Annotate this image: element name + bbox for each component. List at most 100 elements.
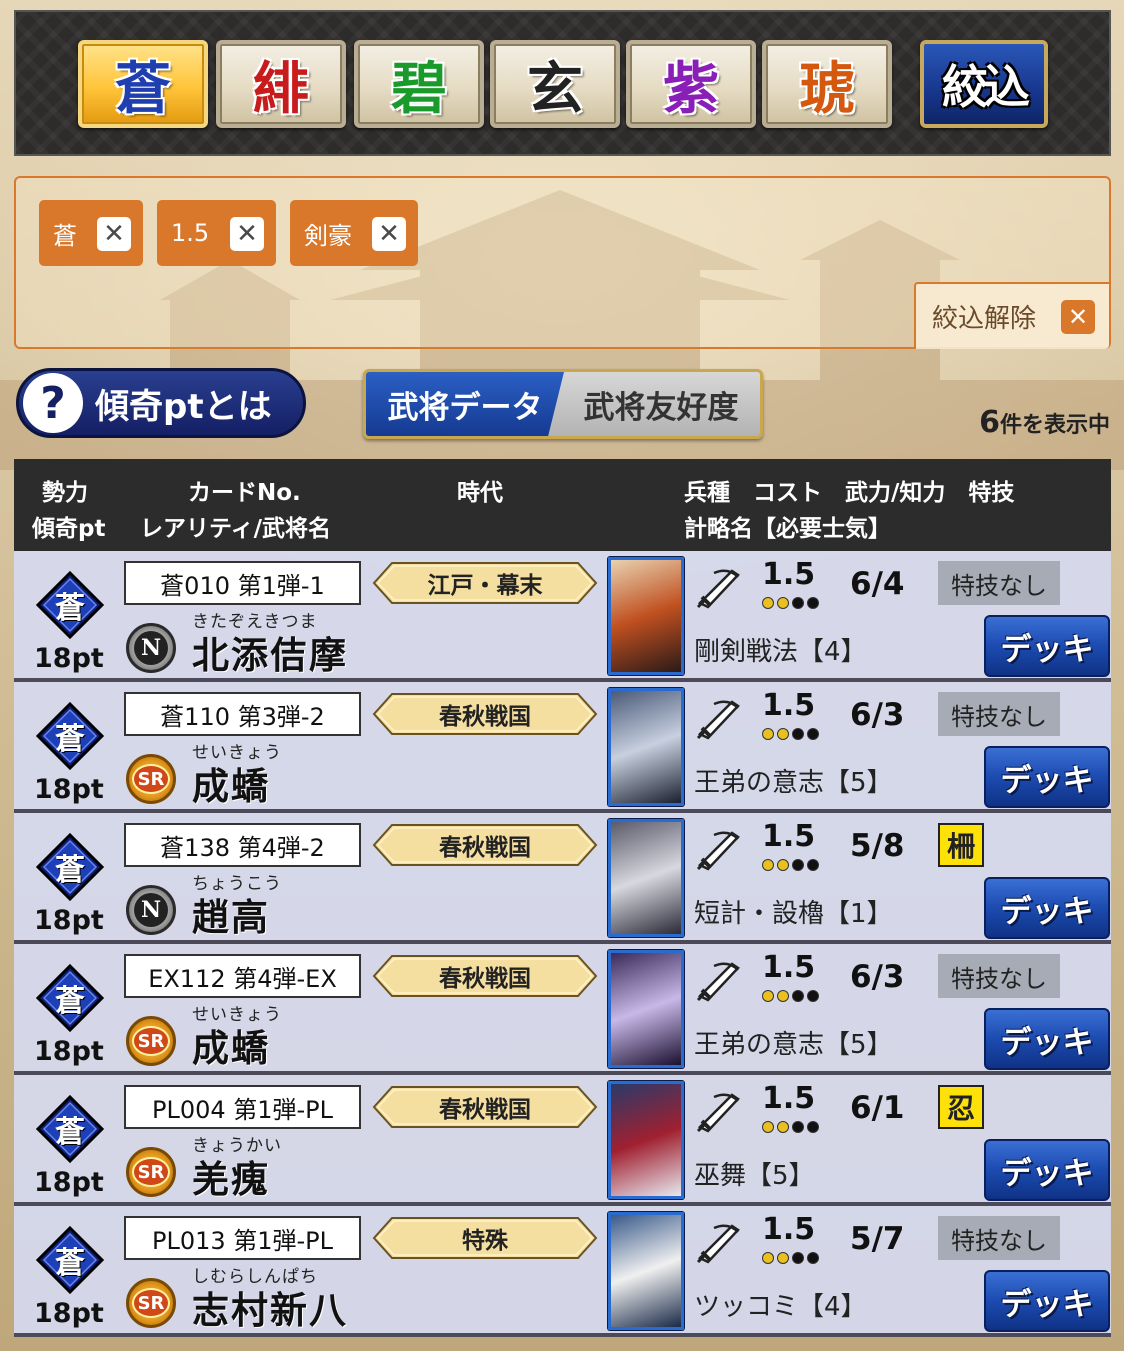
sword-unit-icon bbox=[694, 563, 744, 613]
strategy-name: ツッコミ【4】 bbox=[694, 1292, 867, 1322]
table-row[interactable]: 蒼 18pt 蒼010 第1弾-1 N きたぞえきつま 北添佶摩 江戸・幕末 1.5 6/4 特技… bbox=[14, 551, 1111, 682]
kabuki-pt: 18pt bbox=[34, 905, 104, 936]
skill-badge: 忍 bbox=[938, 1085, 984, 1129]
power-intellect: 6/1 bbox=[850, 1090, 905, 1126]
faction-badge-icon: 蒼 bbox=[35, 832, 105, 902]
power-intellect: 6/3 bbox=[850, 959, 905, 995]
general-portrait[interactable] bbox=[608, 819, 684, 937]
remove-tag-icon[interactable]: ✕ bbox=[230, 217, 264, 251]
sword-unit-icon bbox=[694, 825, 744, 875]
era-label: 江戸・幕末 bbox=[372, 561, 598, 605]
rarity-icon: SR bbox=[126, 1147, 176, 1197]
cost-value: 1.5 bbox=[762, 950, 816, 985]
clear-filters-label: 絞込解除 bbox=[932, 304, 1037, 334]
table-row[interactable]: 蒼 18pt EX112 第4弾-EX SR せいきょう 成蟜 春秋戦国 1.5 6/3 特技なし… bbox=[14, 944, 1111, 1075]
remove-tag-icon[interactable]: ✕ bbox=[372, 217, 406, 251]
deck-button[interactable]: デッキ bbox=[984, 615, 1110, 677]
deck-button[interactable]: デッキ bbox=[984, 877, 1110, 939]
header-card-number: カードNo. bbox=[188, 480, 301, 506]
general-portrait[interactable] bbox=[608, 1081, 684, 1199]
power-intellect: 6/4 bbox=[850, 566, 905, 602]
deck-button[interactable]: デッキ bbox=[984, 1139, 1110, 1201]
general-name[interactable]: 志村新八 bbox=[192, 1280, 348, 1334]
data-tab-switch: 武将データ 武将友好度 bbox=[363, 369, 763, 439]
filter-tag-label: 蒼 bbox=[53, 221, 77, 250]
general-name[interactable]: 趙高 bbox=[192, 887, 270, 941]
cost-value: 1.5 bbox=[762, 1212, 816, 1247]
deck-button[interactable]: デッキ bbox=[984, 1008, 1110, 1070]
era-label: 春秋戦国 bbox=[372, 954, 598, 998]
kabuki-pt: 18pt bbox=[34, 1298, 104, 1329]
tab-general-data[interactable]: 武将データ bbox=[366, 372, 564, 436]
kabuki-pt: 18pt bbox=[34, 774, 104, 805]
cost-value: 1.5 bbox=[762, 1081, 816, 1116]
rarity-icon: N bbox=[126, 885, 176, 935]
era-label: 春秋戦国 bbox=[372, 1085, 598, 1129]
table-header: 勢力 傾奇pt カードNo. レアリティ/武将名 時代 兵種 コスト 武力/知力… bbox=[14, 459, 1111, 551]
faction-badge-icon: 蒼 bbox=[35, 1094, 105, 1164]
general-portrait[interactable] bbox=[608, 1212, 684, 1330]
faction-badge-icon: 蒼 bbox=[35, 701, 105, 771]
general-portrait[interactable] bbox=[608, 950, 684, 1068]
table-row[interactable]: 蒼 18pt PL013 第1弾-PL SR しむらしんぱち 志村新八 特殊 1.5 5/7 特技… bbox=[14, 1206, 1111, 1337]
sword-unit-icon bbox=[694, 956, 744, 1006]
faction-button-1[interactable]: 緋 bbox=[216, 40, 346, 128]
skill-badge: 特技なし bbox=[938, 692, 1060, 736]
cost-dots-icon bbox=[762, 1252, 819, 1264]
clear-filters-button[interactable]: 絞込解除 ✕ bbox=[914, 282, 1109, 349]
deck-button[interactable]: デッキ bbox=[984, 746, 1110, 808]
remove-tag-icon[interactable]: ✕ bbox=[97, 217, 131, 251]
filter-tag-skill[interactable]: 剣豪 ✕ bbox=[290, 200, 418, 266]
cost-value: 1.5 bbox=[762, 557, 816, 592]
filter-tag-faction[interactable]: 蒼 ✕ bbox=[39, 200, 143, 266]
general-name[interactable]: 北添佶摩 bbox=[192, 625, 348, 679]
table-row[interactable]: 蒼 18pt PL004 第1弾-PL SR きょうかい 羌瘣 春秋戦国 1.5 6/1 忍巫舞【… bbox=[14, 1075, 1111, 1206]
kabuki-pt: 18pt bbox=[34, 1036, 104, 1067]
filter-tag-cost[interactable]: 1.5 ✕ bbox=[157, 200, 276, 266]
faction-button-4[interactable]: 紫 bbox=[626, 40, 756, 128]
question-icon: ? bbox=[23, 373, 83, 433]
header-faction: 勢力 bbox=[42, 480, 88, 506]
general-list: 蒼 18pt 蒼010 第1弾-1 N きたぞえきつま 北添佶摩 江戸・幕末 1.5 6/4 特技… bbox=[14, 551, 1111, 1337]
rarity-icon: SR bbox=[126, 1016, 176, 1066]
cost-dots-icon bbox=[762, 728, 819, 740]
kabuki-pt-help-button[interactable]: ? 傾奇ptとは bbox=[16, 368, 306, 438]
faction-button-2[interactable]: 碧 bbox=[354, 40, 484, 128]
general-portrait[interactable] bbox=[608, 557, 684, 675]
header-strategy: 計略名【必要士気】 bbox=[684, 516, 891, 542]
sword-unit-icon bbox=[694, 1087, 744, 1137]
faction-button-3[interactable]: 玄 bbox=[490, 40, 620, 128]
faction-button-5[interactable]: 琥 bbox=[762, 40, 892, 128]
general-portrait[interactable] bbox=[608, 688, 684, 806]
card-number: EX112 第4弾-EX bbox=[124, 954, 361, 998]
table-row[interactable]: 蒼 18pt 蒼110 第3弾-2 SR せいきょう 成蟜 春秋戦国 1.5 6/3 特技なし 王弟… bbox=[14, 682, 1111, 813]
era-label: 春秋戦国 bbox=[372, 823, 598, 867]
strategy-name: 剛剣戦法【4】 bbox=[694, 637, 867, 667]
faction-badge-icon: 蒼 bbox=[35, 570, 105, 640]
sword-unit-icon bbox=[694, 1218, 744, 1268]
header-kabuki-pt: 傾奇pt bbox=[32, 516, 106, 542]
deck-button[interactable]: デッキ bbox=[984, 1270, 1110, 1332]
filter-tag-label: 1.5 bbox=[171, 219, 210, 247]
skill-badge: 特技なし bbox=[938, 561, 1060, 605]
header-rarity-name: レアリティ/武将名 bbox=[140, 516, 332, 542]
skill-badge: 柵 bbox=[938, 823, 984, 867]
general-name[interactable]: 成蟜 bbox=[192, 1018, 270, 1072]
era-label: 春秋戦国 bbox=[372, 692, 598, 736]
active-filter-panel: 蒼 ✕ 1.5 ✕ 剣豪 ✕ 絞込解除 ✕ bbox=[14, 176, 1111, 349]
card-number: PL013 第1弾-PL bbox=[124, 1216, 361, 1260]
narrow-down-button[interactable]: 絞込 bbox=[920, 40, 1048, 128]
general-name[interactable]: 成蟜 bbox=[192, 756, 270, 810]
clear-icon: ✕ bbox=[1061, 300, 1095, 334]
rarity-icon: SR bbox=[126, 754, 176, 804]
skill-badge: 特技なし bbox=[938, 954, 1060, 998]
cost-value: 1.5 bbox=[762, 819, 816, 854]
help-label: 傾奇ptとは bbox=[95, 386, 272, 427]
faction-button-0[interactable]: 蒼 bbox=[78, 40, 208, 128]
header-era: 時代 bbox=[457, 480, 503, 506]
cost-dots-icon bbox=[762, 597, 819, 609]
table-row[interactable]: 蒼 18pt 蒼138 第4弾-2 N ちょうこう 趙高 春秋戦国 1.5 5/8 柵短計・設櫓【… bbox=[14, 813, 1111, 944]
skill-badge: 特技なし bbox=[938, 1216, 1060, 1260]
tab-general-friendship[interactable]: 武将友好度 bbox=[548, 372, 760, 436]
general-name[interactable]: 羌瘣 bbox=[192, 1149, 270, 1203]
